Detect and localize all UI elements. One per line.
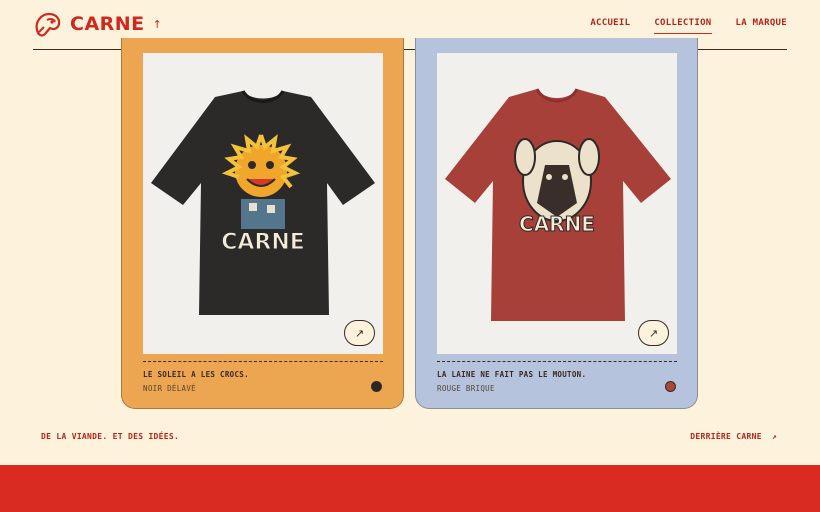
nav-la-marque[interactable]: LA MARQUE bbox=[736, 18, 787, 34]
arrow-up-right-icon: ↗ bbox=[354, 326, 365, 340]
black-tshirt-image: CARNE bbox=[151, 90, 375, 315]
product-color-name: NOIR DÉLAVÉ bbox=[143, 384, 196, 393]
main-nav: ACCUEIL COLLECTION LA MARQUE bbox=[590, 18, 787, 34]
footer-tagline: DE LA VIANDE. ET DES IDÉES. bbox=[41, 432, 180, 441]
product-image: CARNE ↗ bbox=[437, 53, 677, 354]
card-divider bbox=[143, 361, 383, 362]
behind-carne-link[interactable]: DERRIÈRE CARNE ↗ bbox=[690, 432, 777, 441]
nav-collection[interactable]: COLLECTION bbox=[654, 18, 712, 34]
product-card[interactable]: CARNE ↗ LA LAINE NE FAIT PAS LE MOUTON. … bbox=[415, 38, 698, 409]
color-swatch[interactable] bbox=[371, 381, 382, 392]
arrow-up-right-icon: ↗ bbox=[648, 326, 659, 340]
product-color-name: ROUGE BRIQUE bbox=[437, 384, 495, 393]
shirt-print-text: CARNE bbox=[221, 230, 305, 255]
arrow-up-icon: ↑ bbox=[152, 17, 162, 31]
arrow-up-right-icon: ↗ bbox=[771, 432, 777, 441]
brand-name: CARNE bbox=[70, 13, 145, 35]
open-product-button[interactable]: ↗ bbox=[638, 320, 669, 346]
card-divider bbox=[437, 361, 677, 362]
open-product-button[interactable]: ↗ bbox=[344, 320, 375, 346]
red-tshirt-image: CARNE bbox=[445, 88, 671, 321]
product-name: LA LAINE NE FAIT PAS LE MOUTON. bbox=[437, 370, 587, 379]
brand-logo[interactable]: CARNE ↑ bbox=[33, 10, 162, 38]
nav-accueil[interactable]: ACCUEIL bbox=[590, 18, 630, 34]
shirt-print-text: CARNE bbox=[519, 212, 595, 236]
behind-carne-label: DERRIÈRE CARNE bbox=[690, 432, 762, 441]
product-image: CARNE ↗ bbox=[143, 53, 383, 354]
carne-logo-icon bbox=[35, 12, 61, 37]
product-card[interactable]: CARNE ↗ LE SOLEIL A LES CROCS. NOIR DÉLA… bbox=[121, 38, 404, 409]
color-swatch[interactable] bbox=[665, 381, 676, 392]
footer-bar bbox=[0, 465, 820, 512]
product-name: LE SOLEIL A LES CROCS. bbox=[143, 370, 249, 379]
